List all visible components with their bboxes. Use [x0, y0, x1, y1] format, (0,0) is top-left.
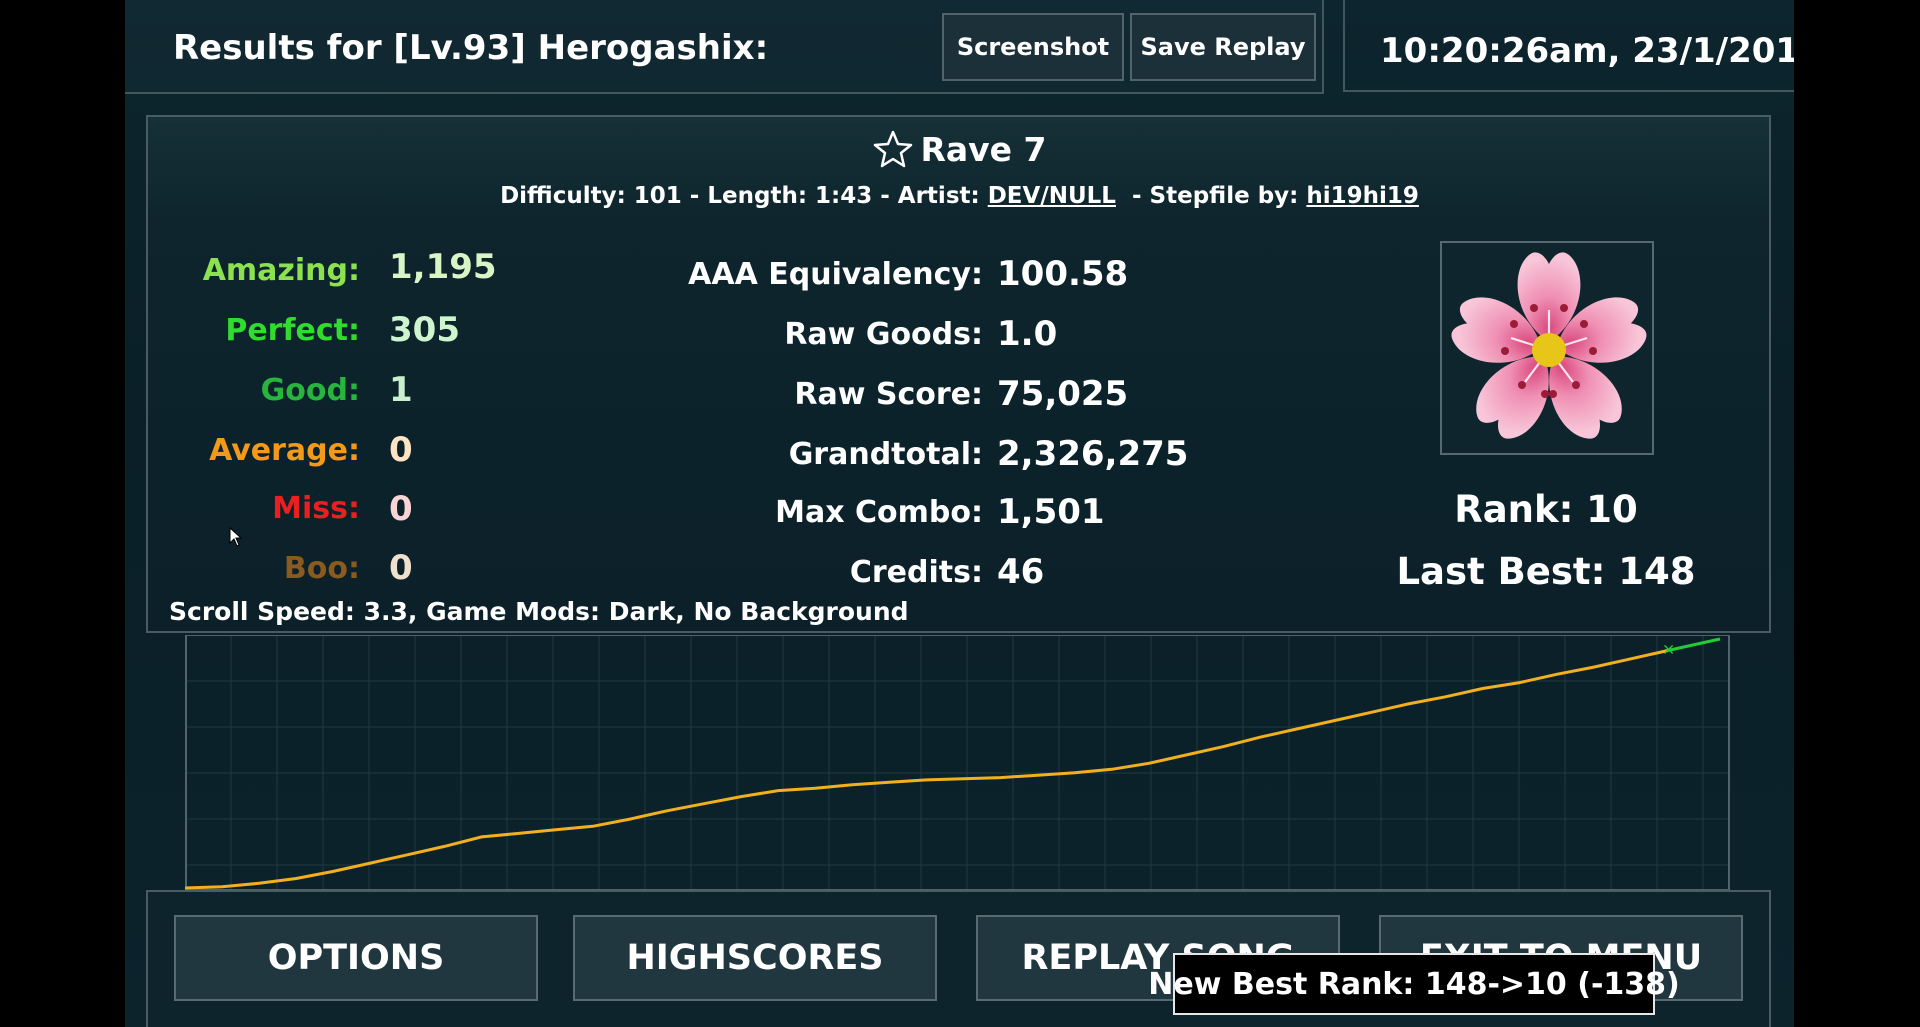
- player-avatar: [1440, 241, 1654, 455]
- screenshot-button[interactable]: Screenshot: [942, 13, 1124, 81]
- stepfile-label: - Stepfile by:: [1131, 183, 1299, 209]
- raw-score-label: Raw Score:: [794, 377, 983, 412]
- song-name: Rave 7: [920, 130, 1047, 169]
- end-marker-icon: ×: [1662, 640, 1675, 659]
- difficulty-length-label: Difficulty: 101 - Length: 1:43 - Artist:: [500, 183, 980, 209]
- last-best-value: Last Best: 148: [1396, 550, 1696, 593]
- datetime: 10:20:26am, 23/1/2018: [1380, 31, 1794, 71]
- results-screen: Results for [Lv.93] Herogashix: Screensh…: [125, 0, 1794, 1027]
- save-replay-button[interactable]: Save Replay: [1130, 13, 1316, 81]
- new-best-rank-toast: New Best Rank: 148->10 (-138): [1148, 953, 1680, 1015]
- max-combo-label: Max Combo:: [775, 495, 983, 530]
- song-meta: Difficulty: 101 - Length: 1:43 - Artist:…: [125, 183, 1794, 209]
- results-title: Results for [Lv.93] Herogashix:: [173, 28, 769, 68]
- score-line-end: [1667, 637, 1721, 652]
- aaa-equivalency-label: AAA Equivalency:: [688, 257, 983, 292]
- artist-link[interactable]: DEV/NULL: [988, 183, 1116, 209]
- raw-goods-value: 1.0: [997, 314, 1058, 354]
- raw-score-value: 75,025: [997, 374, 1129, 414]
- grandtotal-value: 2,326,275: [997, 434, 1189, 474]
- options-button[interactable]: OPTIONS: [174, 915, 538, 1001]
- aaa-equivalency-value: 100.58: [997, 254, 1129, 294]
- cherry-blossom-icon: [1451, 252, 1647, 439]
- mouse-cursor-icon: [229, 527, 243, 547]
- max-combo-value: 1,501: [997, 492, 1105, 532]
- stepfile-author-link[interactable]: hi19hi19: [1306, 183, 1419, 209]
- rank-value: Rank: 10: [1454, 488, 1638, 531]
- score-progress-graph: ×: [185, 635, 1730, 890]
- credits-label: Credits:: [849, 555, 983, 590]
- game-mods-info: Scroll Speed: 3.3, Game Mods: Dark, No B…: [169, 597, 909, 626]
- song-title: Rave 7: [125, 130, 1794, 169]
- highscores-button[interactable]: HIGHSCORES: [573, 915, 937, 1001]
- favorite-star-icon[interactable]: [872, 130, 914, 168]
- grandtotal-label: Grandtotal:: [788, 437, 983, 472]
- credits-value: 46: [997, 552, 1045, 592]
- score-line: [185, 649, 1669, 890]
- raw-goods-label: Raw Goods:: [784, 317, 983, 352]
